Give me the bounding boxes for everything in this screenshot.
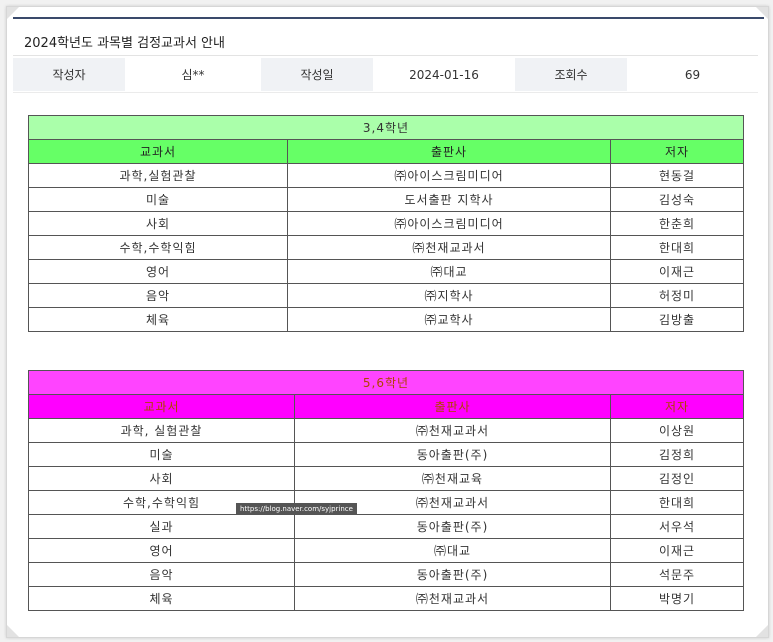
- cell-textbook: 미술: [28, 442, 295, 467]
- cell-textbook: 사회: [28, 466, 295, 491]
- table-row: 과학,실험관찰 ㈜아이스크림미디어 현동걸: [28, 163, 745, 188]
- cell-author: 김성숙: [609, 187, 745, 212]
- cell-textbook: 수학,수학익힘: [28, 235, 288, 260]
- cell-textbook: 영어: [28, 259, 288, 284]
- cell-publisher: ㈜천재교육: [294, 466, 611, 491]
- cell-author: 석문주: [609, 562, 745, 587]
- cell-textbook: 미술: [28, 187, 288, 212]
- author-label: 작성자: [13, 58, 125, 91]
- cell-publisher: ㈜대교: [287, 259, 611, 284]
- cell-author: 이상원: [609, 418, 745, 443]
- cell-author: 이재근: [609, 538, 745, 563]
- cell-author: 한대희: [609, 235, 745, 260]
- column-header-author: 저자: [609, 394, 745, 419]
- page-curl-bottom-left: [7, 625, 19, 637]
- column-header-author: 저자: [609, 139, 745, 164]
- cell-author: 김정인: [609, 466, 745, 491]
- cell-publisher: 동아출판(주): [294, 514, 611, 539]
- cell-publisher: ㈜아이스크림미디어: [287, 163, 611, 188]
- column-header-textbook: 교과서: [28, 394, 295, 419]
- cell-publisher: ㈜교학사: [287, 307, 611, 332]
- blog-url-watermark: https://blog.naver.com/syjprince: [236, 503, 357, 515]
- title-top-rule: [13, 17, 764, 19]
- cell-textbook: 체육: [28, 586, 295, 611]
- cell-publisher: 도서출판 지학사: [287, 187, 611, 212]
- table-row: 영어 ㈜대교 이재근: [28, 259, 745, 284]
- views-label: 조회수: [515, 58, 627, 91]
- column-header-textbook: 교과서: [28, 139, 288, 164]
- author-value: 심**: [125, 58, 261, 91]
- cell-author: 현동걸: [609, 163, 745, 188]
- cell-author: 한대희: [609, 490, 745, 515]
- post-title: 2024학년도 과목별 검정교과서 안내: [24, 36, 225, 51]
- cell-textbook: 영어: [28, 538, 295, 563]
- table-row: 수학,수학익힘 ㈜천재교과서 한대희: [28, 235, 745, 260]
- cell-textbook: 음악: [28, 283, 288, 308]
- date-label: 작성일: [261, 58, 373, 91]
- table-row: 체육 ㈜천재교과서 박명기: [28, 586, 745, 611]
- cell-textbook: 과학, 실험관찰: [28, 418, 295, 443]
- cell-textbook: 음악: [28, 562, 295, 587]
- column-header-publisher: 출판사: [287, 139, 611, 164]
- table-row: 사회 ㈜아이스크림미디어 한춘희: [28, 211, 745, 236]
- table-row: 실과 동아출판(주) 서우석: [28, 514, 745, 539]
- table-row: 수학,수학익힘 ㈜천재교과서 한대희: [28, 490, 745, 515]
- cell-author: 김정희: [609, 442, 745, 467]
- cell-author: 허정미: [609, 283, 745, 308]
- cell-publisher: ㈜대교: [294, 538, 611, 563]
- cell-publisher: ㈜천재교과서: [294, 586, 611, 611]
- cell-author: 서우석: [609, 514, 745, 539]
- table-row: 과학, 실험관찰 ㈜천재교과서 이상원: [28, 418, 745, 443]
- cell-author: 이재근: [609, 259, 745, 284]
- cell-author: 김방출: [609, 307, 745, 332]
- table-row: 영어 ㈜대교 이재근: [28, 538, 745, 563]
- table-row: 미술 도서출판 지학사 김성숙: [28, 187, 745, 212]
- page-curl-bottom-right: [756, 625, 768, 637]
- views-value: 69: [627, 58, 758, 91]
- cell-publisher: ㈜천재교과서: [294, 418, 611, 443]
- cell-author: 박명기: [609, 586, 745, 611]
- post-meta-bar: 작성자 심** 작성일 2024-01-16 조회수 69: [13, 58, 758, 91]
- table-row: 음악 ㈜지학사 허정미: [28, 283, 745, 308]
- table-caption: 3,4학년: [27, 115, 745, 140]
- cell-textbook: 실과: [28, 514, 295, 539]
- cell-publisher: ㈜지학사: [287, 283, 611, 308]
- cell-publisher: ㈜아이스크림미디어: [287, 211, 611, 236]
- textbook-table-grade-3-4: 3,4학년 교과서 출판사 저자 과학,실험관찰 ㈜아이스크림미디어 현동걸 미술 도서…: [27, 115, 745, 332]
- table-caption: 5,6학년: [27, 370, 745, 395]
- column-header-publisher: 출판사: [294, 394, 611, 419]
- cell-publisher: 동아출판(주): [294, 562, 611, 587]
- title-divider: [13, 55, 758, 56]
- table-row: 미술 동아출판(주) 김정희: [28, 442, 745, 467]
- table-row: 음악 동아출판(주) 석문주: [28, 562, 745, 587]
- cell-publisher: 동아출판(주): [294, 442, 611, 467]
- textbook-table-grade-5-6: 5,6학년 교과서 출판사 저자 과학, 실험관찰 ㈜천재교과서 이상원 미술 동아출판…: [27, 370, 745, 611]
- post-frame: 2024학년도 과목별 검정교과서 안내 작성자 심** 작성일 2024-01…: [6, 6, 769, 638]
- date-value: 2024-01-16: [373, 58, 515, 91]
- cell-textbook: 과학,실험관찰: [28, 163, 288, 188]
- cell-textbook: 체육: [28, 307, 288, 332]
- cell-textbook: 사회: [28, 211, 288, 236]
- table-row: 체육 ㈜교학사 김방출: [28, 307, 745, 332]
- cell-publisher: ㈜천재교과서: [287, 235, 611, 260]
- cell-author: 한춘희: [609, 211, 745, 236]
- meta-divider: [13, 92, 758, 93]
- table-row: 사회 ㈜천재교육 김정인: [28, 466, 745, 491]
